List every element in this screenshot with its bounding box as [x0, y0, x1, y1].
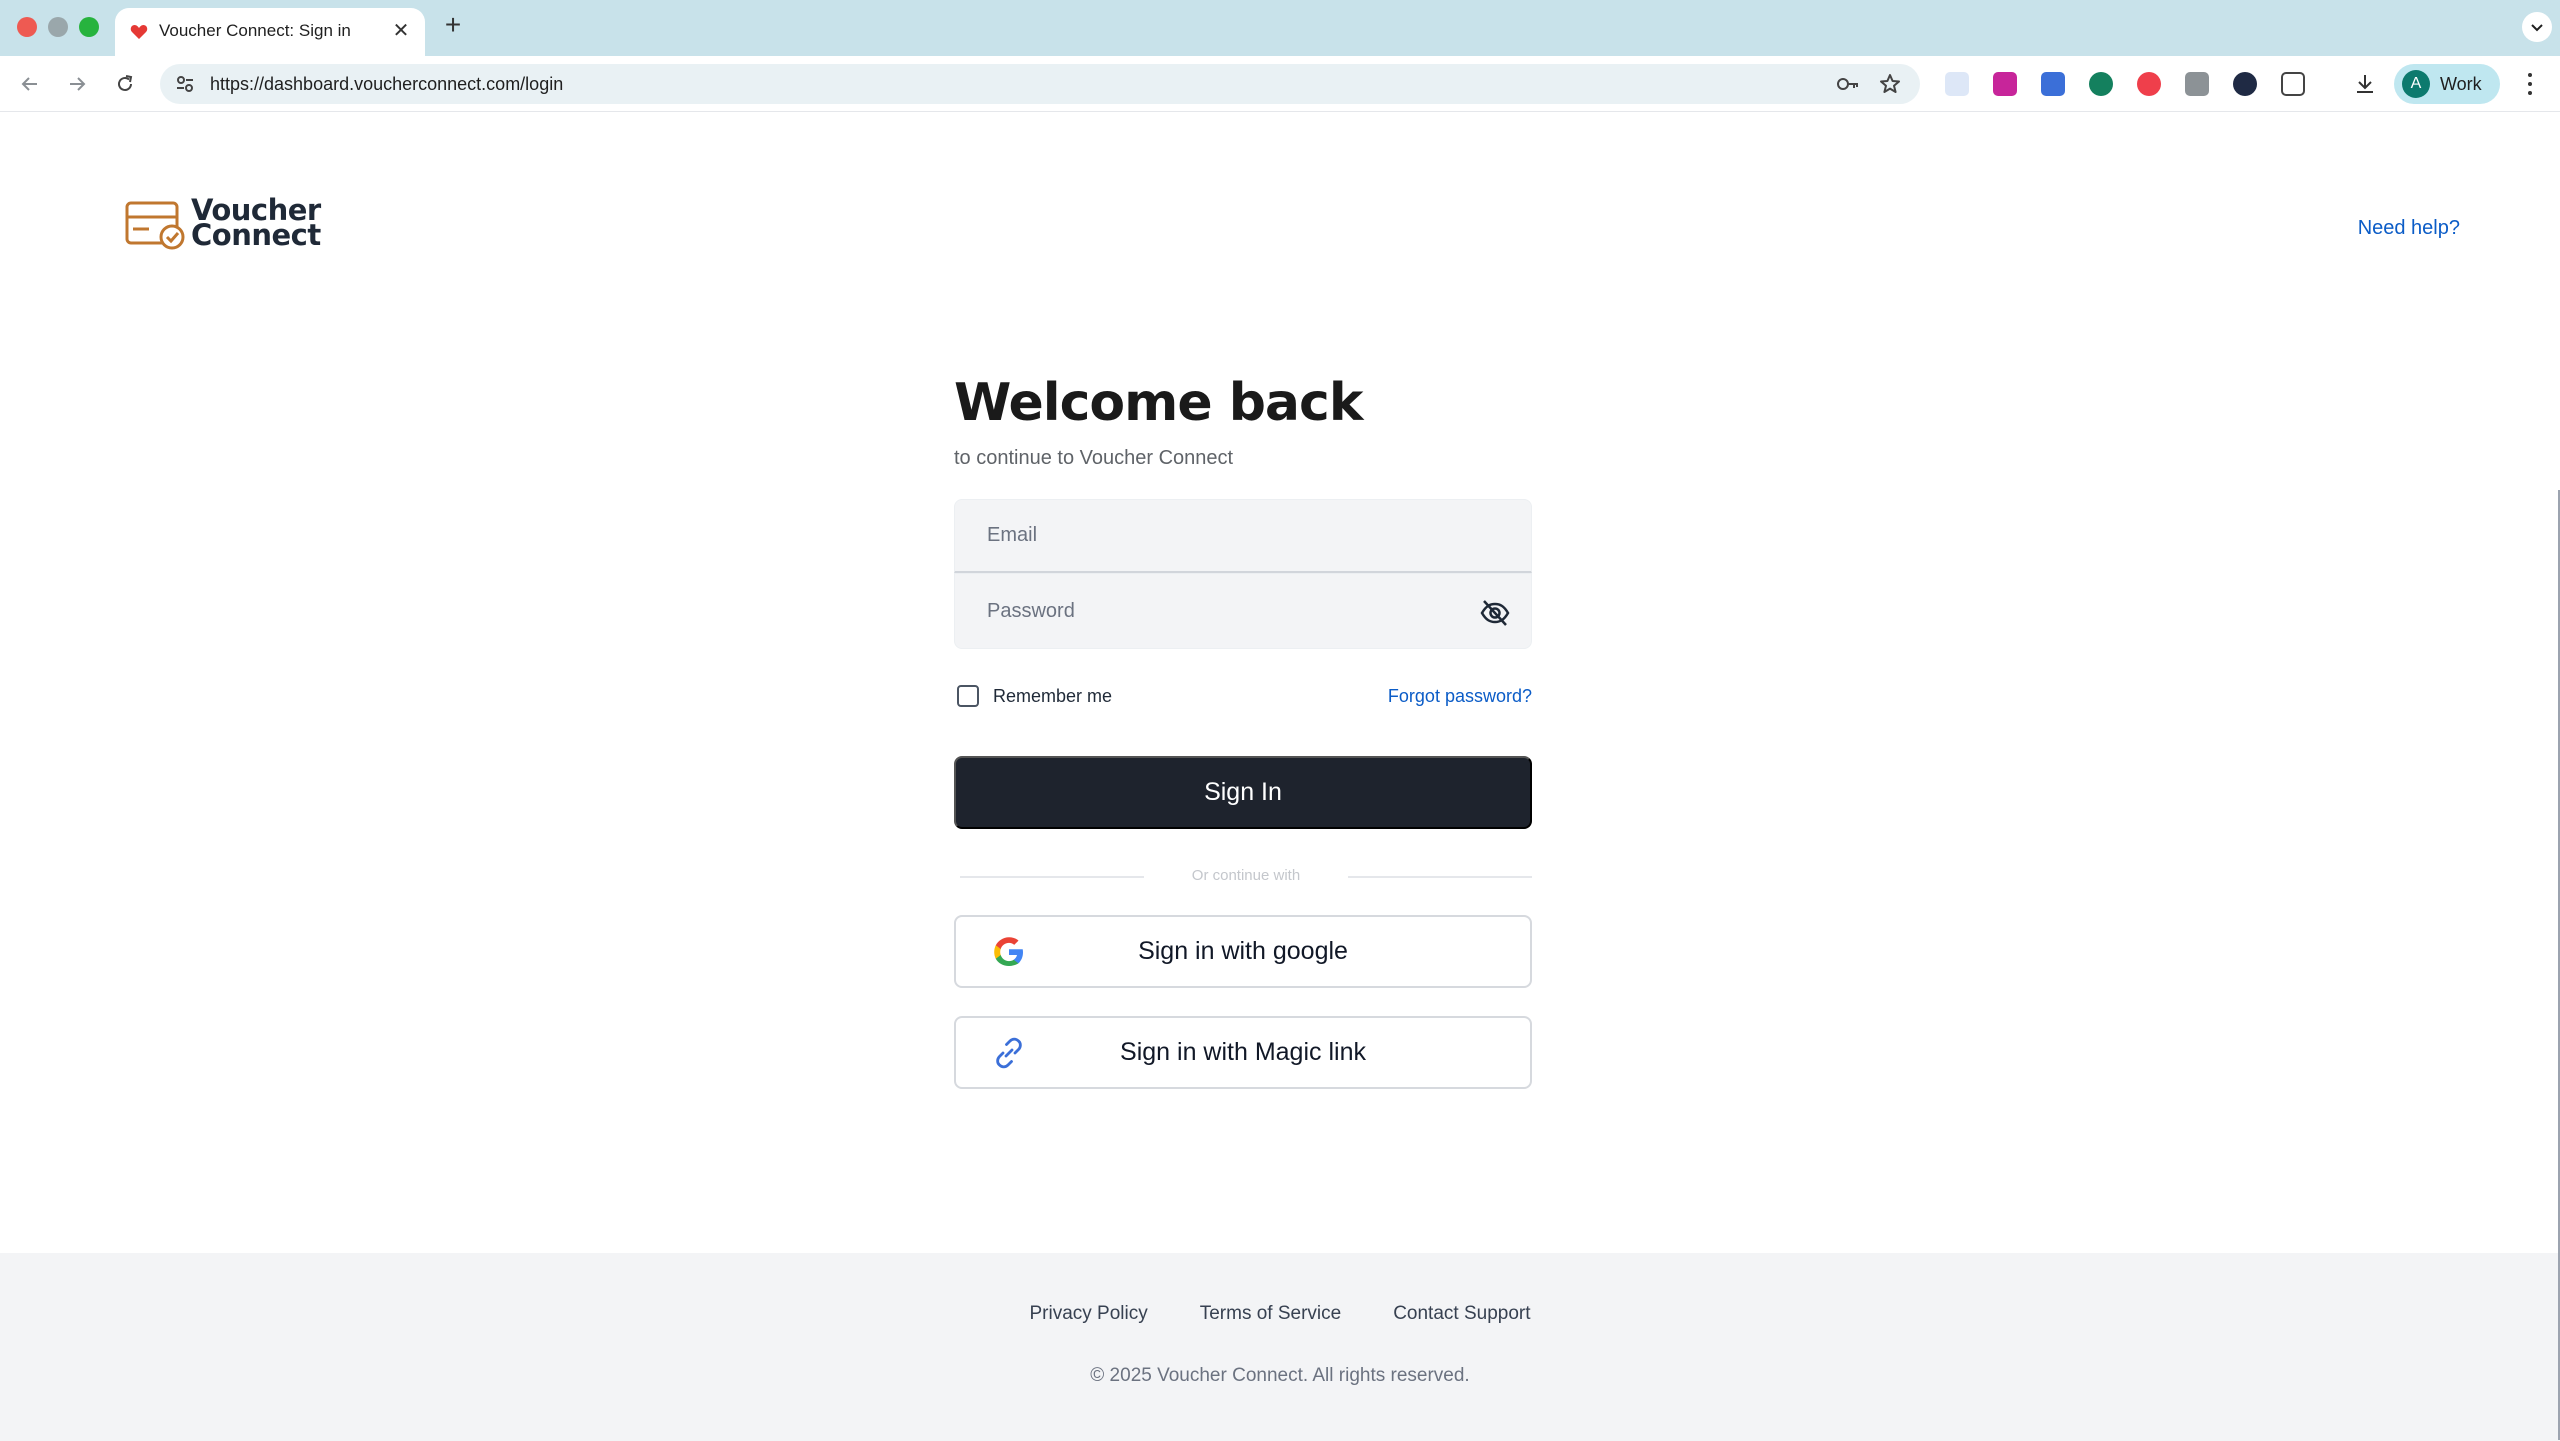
google-sign-in-button[interactable]: Sign in with google [954, 915, 1532, 988]
chevron-down-icon [2531, 24, 2543, 32]
back-button[interactable] [15, 69, 45, 99]
google-button-label: Sign in with google [1138, 937, 1348, 965]
reload-button[interactable] [110, 69, 140, 99]
maximize-window-button[interactable] [79, 17, 99, 37]
extension-clipboard-icon[interactable] [2041, 72, 2065, 96]
grammarly-icon[interactable] [2089, 72, 2113, 96]
browser-toolbar: https://dashboard.voucherconnect.com/log… [0, 56, 2560, 112]
page-footer: Privacy Policy Terms of Service Contact … [0, 1253, 2560, 1441]
remember-me[interactable]: Remember me [957, 683, 1112, 709]
browser-menu-icon[interactable] [2518, 70, 2542, 98]
copyright-text: © 2025 Voucher Connect. All rights reser… [1090, 1365, 1470, 1386]
camera-icon[interactable] [2185, 72, 2209, 96]
privacy-policy-link[interactable]: Privacy Policy [1029, 1303, 1147, 1325]
url-text: https://dashboard.voucherconnect.com/log… [210, 74, 564, 94]
extension-ip-icon[interactable] [2233, 72, 2257, 96]
tab-search-button[interactable] [2522, 12, 2552, 42]
password-input[interactable] [987, 574, 1467, 648]
sign-in-button[interactable]: Sign In [954, 756, 1532, 829]
terms-of-service-link[interactable]: Terms of Service [1200, 1303, 1341, 1325]
downloads-icon[interactable] [2353, 72, 2377, 96]
contact-support-link[interactable]: Contact Support [1393, 1303, 1530, 1325]
tab-title: Voucher Connect: Sign in [159, 21, 351, 40]
divider-line-right [1348, 876, 1532, 878]
forgot-password-link[interactable]: Forgot password? [1388, 686, 1532, 707]
arrow-left-icon [21, 77, 37, 91]
site-settings-icon[interactable] [174, 73, 196, 95]
google-icon [994, 937, 1023, 966]
extension-red-icon[interactable] [2137, 72, 2161, 96]
eye-off-icon[interactable] [1479, 598, 1511, 628]
voucher-connect-logo[interactable]: Voucher Connect [125, 196, 325, 254]
forward-button[interactable] [62, 69, 92, 99]
profile-button[interactable]: A Work [2394, 64, 2500, 104]
or-divider: Or continue with [960, 867, 1532, 887]
link-icon [996, 1037, 1022, 1069]
need-help-link[interactable]: Need help? [2358, 217, 2460, 240]
email-input[interactable] [987, 500, 1467, 571]
page-subtitle: to continue to Voucher Connect [954, 447, 1234, 469]
browser-tabbar: Voucher Connect: Sign in ✕ + [0, 0, 2560, 56]
new-tab-button[interactable]: + [438, 9, 468, 40]
voucher-logo-icon [125, 201, 185, 250]
close-tab-icon[interactable]: ✕ [389, 18, 413, 42]
minimize-window-button[interactable] [48, 17, 68, 37]
arrow-right-icon [70, 77, 86, 91]
email-field[interactable] [954, 499, 1532, 573]
heart-favicon-icon [130, 25, 148, 39]
profile-label: Work [2440, 74, 2482, 94]
avatar: A [2402, 70, 2430, 98]
remember-me-label: Remember me [993, 685, 1113, 706]
browser-tab-active[interactable]: Voucher Connect: Sign in ✕ [115, 8, 425, 56]
logo-line-2: Connect [191, 218, 321, 252]
password-field[interactable] [954, 573, 1532, 649]
magic-link-button[interactable]: Sign in with Magic link [954, 1016, 1532, 1089]
reload-icon [118, 75, 133, 91]
close-window-button[interactable] [17, 17, 37, 37]
extensions-puzzle-icon[interactable] [2281, 72, 2305, 96]
bookmark-star-icon[interactable] [1878, 72, 1902, 96]
logo-wordmark: Voucher Connect [191, 196, 321, 252]
address-bar[interactable]: https://dashboard.voucherconnect.com/log… [160, 64, 1920, 104]
extension-download-icon[interactable] [1993, 72, 2017, 96]
download-arrow-icon [2357, 75, 2373, 93]
remember-me-checkbox[interactable] [957, 685, 979, 707]
footer-links: Privacy Policy Terms of Service Contact … [0, 1303, 2560, 1325]
extension-lens-icon[interactable] [1945, 72, 1969, 96]
page-title: Welcome back [954, 373, 1363, 433]
magic-link-button-label: Sign in with Magic link [1120, 1038, 1366, 1066]
password-key-icon[interactable] [1836, 73, 1860, 95]
